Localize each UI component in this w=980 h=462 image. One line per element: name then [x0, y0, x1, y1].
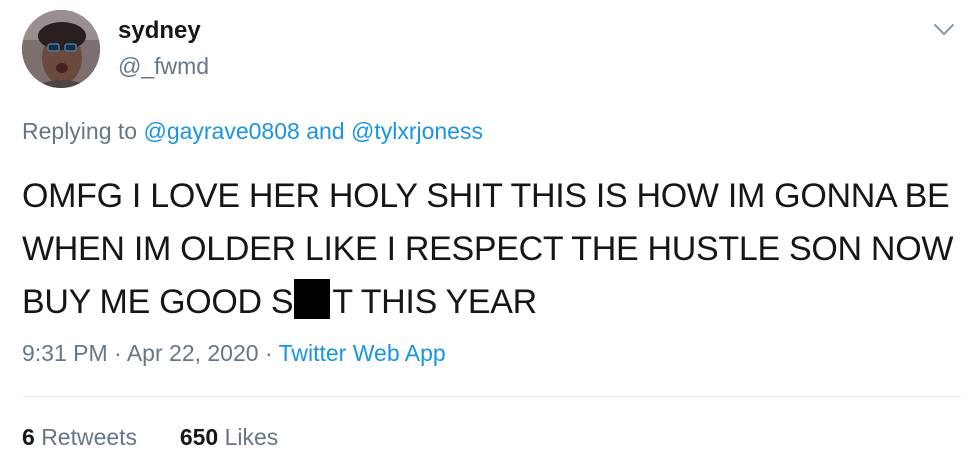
user-handle[interactable]: @_fwmd	[118, 53, 209, 80]
retweets-stat[interactable]: 6 Retweets	[22, 424, 137, 450]
replying-joiner: and	[306, 118, 345, 144]
mention-link-gayrave0808[interactable]: @gayrave0808	[143, 118, 299, 144]
likes-label: Likes	[224, 424, 279, 450]
tweet-stats: 6 Retweets 650 Likes	[22, 424, 278, 451]
more-options-button[interactable]	[930, 16, 958, 44]
tweet-date[interactable]: Apr 22, 2020	[127, 340, 259, 366]
replying-prefix: Replying to	[22, 118, 138, 144]
avatar-image	[22, 10, 100, 88]
divider	[22, 396, 962, 397]
tweet-text: OMFG I LOVE HER HOLY SHIT THIS IS HOW IM…	[22, 170, 962, 329]
likes-stat[interactable]: 650 Likes	[180, 424, 278, 450]
tweet-time[interactable]: 9:31 PM	[22, 340, 108, 366]
tweet-source-link[interactable]: Twitter Web App	[279, 340, 446, 366]
mention-link-tylxrjoness[interactable]: @tylxrjoness	[351, 118, 483, 144]
meta-separator: ·	[114, 340, 122, 366]
display-name[interactable]: sydney	[118, 17, 201, 45]
retweets-label: Retweets	[41, 424, 138, 450]
chevron-down-icon	[934, 24, 954, 35]
likes-count: 650	[179, 424, 219, 450]
tweet-text-part-2: T THIS YEAR	[332, 283, 537, 321]
meta-separator: ·	[264, 340, 273, 366]
retweets-count: 6	[22, 424, 35, 450]
tweet-meta: 9:31 PM · Apr 22, 2020 · Twitter Web App	[22, 340, 446, 367]
redaction-block	[294, 279, 331, 319]
replying-to: Replying to @gayrave0808 and @tylxrjones…	[22, 118, 483, 145]
avatar[interactable]	[22, 10, 100, 88]
